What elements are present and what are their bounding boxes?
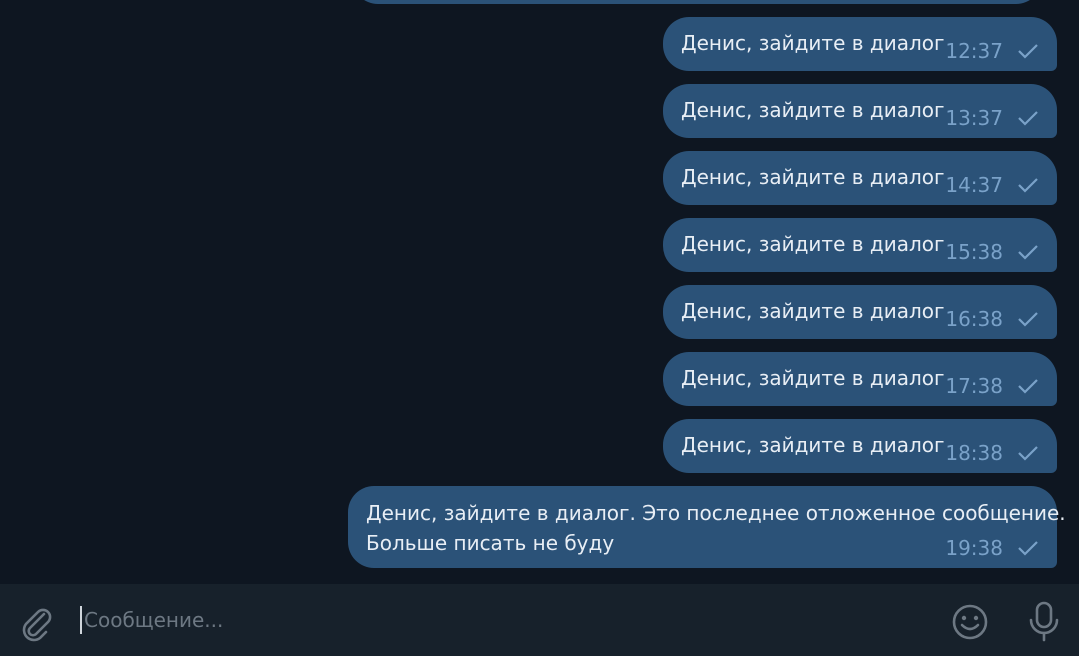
- message-text: Денис, зайдите в диалог: [681, 31, 945, 55]
- message-composer: [0, 584, 1079, 656]
- message-bubble[interactable]: Денис, зайдите в диалог 14:37: [663, 151, 1057, 205]
- message-text: Денис, зайдите в диалог: [681, 98, 945, 122]
- message-text: Денис, зайдите в диалог: [681, 433, 945, 457]
- checkmark-icon: [1017, 177, 1039, 193]
- message-bubble[interactable]: Денис, зайдите в диалог 13:37: [663, 84, 1057, 138]
- text-caret: [80, 606, 82, 634]
- message-time: 19:38: [945, 536, 1003, 560]
- message-time: 12:37: [945, 39, 1003, 63]
- message-bubble[interactable]: Денис, зайдите в диалог 18:38: [663, 419, 1057, 473]
- message-text: Денис, зайдите в диалог: [681, 299, 945, 323]
- message-text: Денис, зайдите в диалог: [681, 165, 945, 189]
- message-meta: 16:38: [945, 303, 1039, 335]
- checkmark-icon: [1017, 378, 1039, 394]
- checkmark-icon: [1017, 445, 1039, 461]
- message-input-wrap[interactable]: [80, 604, 920, 636]
- message-time: 16:38: [945, 307, 1003, 331]
- message-bubble[interactable]: Денис, зайдите в диалог 12:37: [663, 17, 1057, 71]
- checkmark-icon: [1017, 244, 1039, 260]
- message-time: 17:38: [945, 374, 1003, 398]
- message-meta: 15:38: [945, 236, 1039, 268]
- message-meta: 17:38: [945, 370, 1039, 402]
- message-time: 13:37: [945, 106, 1003, 130]
- message-bubble[interactable]: Денис, зайдите в диалог 17:38: [663, 352, 1057, 406]
- paperclip-icon[interactable]: [16, 602, 56, 642]
- message-meta: 13:37: [945, 102, 1039, 134]
- message-bubble[interactable]: Денис, зайдите в диалог. Это последнее о…: [348, 486, 1066, 568]
- message-bubble[interactable]: Денис, зайдите в диалог 15:38: [663, 218, 1057, 272]
- message-time: 14:37: [945, 173, 1003, 197]
- message-bubble-partial: [352, 0, 1042, 4]
- message-time: 15:38: [945, 240, 1003, 264]
- message-input[interactable]: [84, 604, 914, 636]
- message-text: Денис, зайдите в диалог: [681, 232, 945, 256]
- message-meta: 14:37: [945, 169, 1039, 201]
- microphone-icon[interactable]: [1024, 600, 1064, 644]
- message-bubble[interactable]: Денис, зайдите в диалог 16:38: [663, 285, 1057, 339]
- message-meta: 18:38: [945, 437, 1039, 469]
- message-meta: 12:37: [945, 35, 1039, 67]
- checkmark-icon: [1017, 43, 1039, 59]
- checkmark-icon: [1017, 311, 1039, 327]
- checkmark-icon: [1017, 110, 1039, 126]
- message-meta: 19:38: [945, 532, 1039, 564]
- chat-history[interactable]: Денис, зайдите в диалог 12:37 Денис, зай…: [0, 0, 1079, 584]
- message-time: 18:38: [945, 441, 1003, 465]
- checkmark-icon: [1017, 540, 1039, 556]
- smile-icon[interactable]: [950, 602, 990, 642]
- message-text: Денис, зайдите в диалог: [681, 366, 945, 390]
